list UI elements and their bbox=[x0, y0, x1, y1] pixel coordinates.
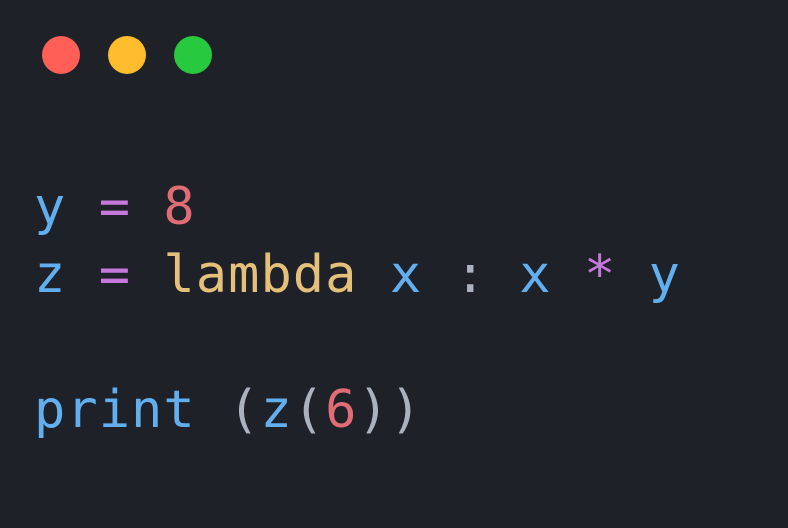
colon: : bbox=[422, 245, 519, 305]
code-editor: y = 8 z = lambda x : x * y print (z(6)) bbox=[0, 74, 788, 445]
paren-open: ( bbox=[228, 380, 260, 440]
code-line-2: z = lambda x : x * y bbox=[34, 242, 788, 310]
number-literal: 8 bbox=[163, 177, 195, 237]
variable-x: x bbox=[519, 245, 551, 305]
space bbox=[196, 380, 228, 440]
maximize-icon[interactable] bbox=[174, 36, 212, 74]
number-literal: 6 bbox=[325, 380, 357, 440]
operator-assign: = bbox=[66, 245, 163, 305]
code-line-4: print (z(6)) bbox=[34, 377, 788, 445]
code-line-1: y = 8 bbox=[34, 174, 788, 242]
function-z: z bbox=[260, 380, 292, 440]
keyword-lambda: lambda bbox=[163, 245, 357, 305]
variable-y: y bbox=[649, 245, 681, 305]
paren-close: ) bbox=[390, 380, 422, 440]
close-icon[interactable] bbox=[42, 36, 80, 74]
variable-x: x bbox=[390, 245, 422, 305]
function-print: print bbox=[34, 380, 196, 440]
blank-line bbox=[34, 309, 788, 377]
operator-assign: = bbox=[66, 177, 163, 237]
operator-multiply: * bbox=[552, 245, 649, 305]
paren-open: ( bbox=[293, 380, 325, 440]
variable-z: z bbox=[34, 245, 66, 305]
space bbox=[358, 245, 390, 305]
paren-close: ) bbox=[358, 380, 390, 440]
window-controls bbox=[0, 0, 788, 74]
minimize-icon[interactable] bbox=[108, 36, 146, 74]
variable-y: y bbox=[34, 177, 66, 237]
